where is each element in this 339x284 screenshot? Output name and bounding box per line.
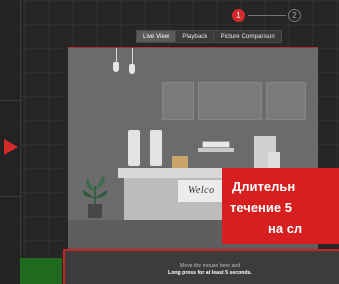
tab-live-view[interactable]: Live View <box>137 31 177 42</box>
coffee-bag <box>172 156 188 168</box>
play-arrow-icon[interactable] <box>4 139 18 155</box>
left-divider-row <box>0 196 20 197</box>
playback-control-bar[interactable]: Move the mouse here and Long press for a… <box>63 249 339 284</box>
hint-line-1: Move the mouse here and <box>179 263 241 269</box>
wall-menu-board <box>198 82 262 120</box>
step-progress: 1 2 <box>232 9 302 23</box>
coffee-grinder <box>150 130 162 166</box>
lamp-icon <box>113 62 119 72</box>
banner-line-3: на сл <box>268 221 303 236</box>
lamp-cord <box>116 48 117 62</box>
step-1[interactable]: 1 <box>232 9 245 22</box>
wall-panel <box>266 82 306 120</box>
step-connector <box>248 15 286 16</box>
tab-picture-comparison[interactable]: Picture Comparison <box>214 31 280 42</box>
left-divider-row <box>0 100 20 101</box>
cups <box>202 141 230 148</box>
cups-shelf <box>198 148 234 152</box>
step-2[interactable]: 2 <box>288 9 301 22</box>
status-indicator-green <box>20 258 62 284</box>
tab-playback[interactable]: Playback <box>176 31 215 42</box>
banner-line-2: течение 5 <box>230 200 292 215</box>
coffee-grinder <box>128 130 140 166</box>
banner-line-1: Длительн <box>232 179 296 194</box>
lamp-icon <box>129 64 135 74</box>
view-mode-tabs: Live View Playback Picture Comparison <box>136 30 282 43</box>
hint-line-2: Long press for at least 5 seconds. <box>168 269 252 276</box>
plant-icon <box>82 175 108 208</box>
plant-pot <box>88 204 102 218</box>
control-hint: Move the mouse here and Long press for a… <box>155 263 265 276</box>
lamp-cord <box>132 48 133 64</box>
left-divider <box>20 0 21 284</box>
instruction-banner: Длительн течение 5 на сл <box>222 168 339 244</box>
wall-panel <box>162 82 194 120</box>
